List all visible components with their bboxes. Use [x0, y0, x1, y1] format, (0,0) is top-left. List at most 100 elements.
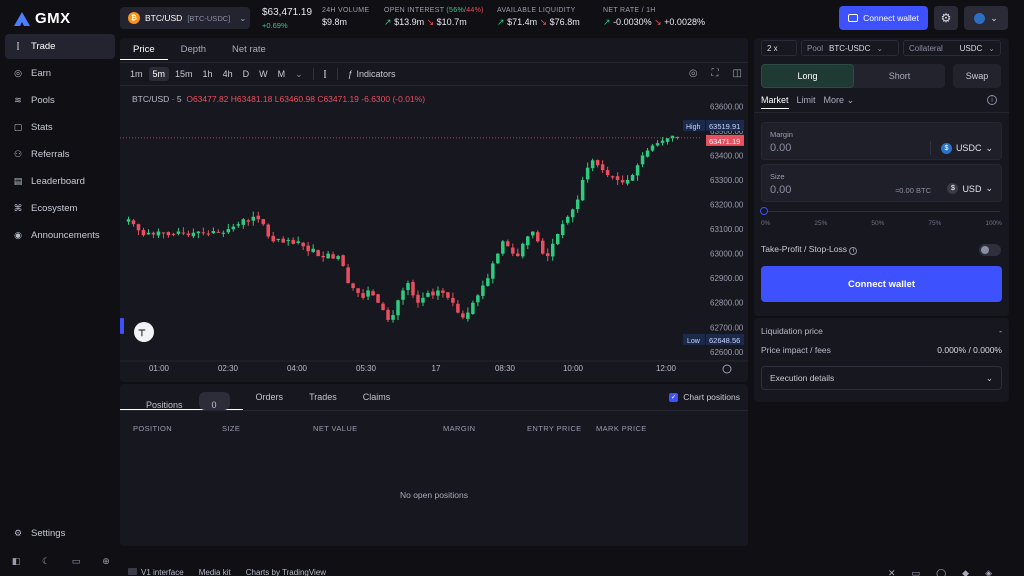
sidebar-item-earn[interactable]: ◎ Earn	[5, 61, 115, 86]
swap-tab[interactable]: Swap	[953, 64, 1001, 88]
language-globe-icon[interactable]: ⊕	[100, 555, 112, 567]
candle-type-icon[interactable]: ⫿	[320, 67, 331, 82]
connect-wallet-header-button[interactable]: Connect wallet	[839, 6, 928, 30]
low-label: Low	[687, 338, 701, 345]
sidebar-item-settings[interactable]: ⚙ Settings	[5, 521, 115, 546]
candle-body	[126, 219, 131, 222]
interval-4h[interactable]: 4h	[219, 67, 237, 81]
long-tab[interactable]: Long	[761, 64, 854, 88]
interval-w[interactable]: W	[255, 67, 272, 81]
order-more[interactable]: More ⌄	[824, 95, 855, 109]
tab-price[interactable]: Price	[120, 38, 168, 60]
connect-wallet-button[interactable]: Connect wallet	[761, 266, 1002, 302]
net-rate-stat[interactable]: NET RATE / 1H ↗ -0.0030% ↘ +0.0028%	[603, 7, 705, 28]
gmx-logo[interactable]: GMX	[14, 10, 71, 27]
sidebar-item-stats[interactable]: ▢ Stats	[5, 115, 115, 140]
v1-interface-link[interactable]: V1 interface	[128, 568, 184, 576]
collateral-selector[interactable]: Collateral USDC ⌄	[903, 40, 1001, 56]
github-icon[interactable]: ◯	[936, 568, 946, 576]
candle-body	[356, 288, 360, 293]
tab-depth[interactable]: Depth	[168, 38, 219, 60]
pool-selector[interactable]: Pool BTC-USDC ⌄	[801, 40, 899, 56]
size-token-selector[interactable]: $ USD ⌄	[947, 183, 993, 194]
interval-d[interactable]: D	[239, 67, 254, 81]
price-chart[interactable]: 63600.0063500.0063400.0063300.0063200.00…	[120, 86, 748, 382]
liquidity-stat[interactable]: AVAILABLE LIQUIDITY ↗ $71.4m ↘ $76.8m	[497, 7, 580, 28]
discord-icon[interactable]: ◈	[985, 568, 992, 576]
telegram-icon[interactable]: ▭	[912, 568, 921, 576]
tab-claims[interactable]: Claims	[350, 384, 404, 410]
candle-body	[476, 295, 480, 303]
chevron-down-icon: ⌄	[988, 43, 995, 53]
tradingview-link[interactable]: Charts by TradingView	[246, 568, 326, 576]
candle-body	[376, 294, 380, 303]
candle-body	[416, 294, 420, 303]
order-market[interactable]: Market	[761, 95, 789, 109]
candle-body	[146, 232, 151, 235]
camera-icon[interactable]: ◫	[733, 68, 742, 79]
order-limit[interactable]: Limit	[797, 95, 816, 109]
candle-body	[311, 248, 315, 252]
theme-moon-icon[interactable]: ☾	[40, 555, 52, 567]
candle-body	[516, 253, 520, 257]
footer-links: V1 interface Media kit Charts by Trading…	[128, 568, 326, 576]
network-selector[interactable]: ⌄	[964, 6, 1008, 30]
candle-body	[545, 253, 550, 257]
candle-body	[141, 230, 146, 236]
y-tick-label: 63000.00	[710, 250, 744, 259]
indicators-button[interactable]: ƒ Indicators	[344, 67, 400, 81]
margin-token-selector[interactable]: $ USDC ⌄	[929, 141, 993, 155]
candle-body	[555, 233, 560, 245]
tab-trades[interactable]: Trades	[296, 384, 350, 410]
y-tick-label: 62800.00	[710, 299, 744, 308]
interval-m[interactable]: M	[274, 67, 290, 81]
tab-positions[interactable]: Positions 0	[120, 384, 243, 410]
interval-1h[interactable]: 1h	[199, 67, 217, 81]
ecosystem-icon: ⌘	[13, 203, 23, 213]
empty-state: No open positions	[399, 490, 469, 500]
candle-body	[301, 242, 305, 247]
checkbox-checked-icon[interactable]: ✓	[669, 392, 679, 402]
chart-positions-toggle[interactable]: ✓ Chart positions	[669, 392, 740, 402]
sidebar-item-announcements[interactable]: ◉ Announcements	[5, 223, 115, 248]
info-icon[interactable]: i	[987, 95, 997, 105]
settings-button[interactable]: ⚙	[934, 6, 958, 30]
leverage-slider-handle[interactable]	[760, 207, 768, 215]
interval-5m[interactable]: 5m	[148, 67, 170, 81]
trade-panel: 2 x Pool BTC-USDC ⌄ Collateral USDC ⌄ Long S…	[754, 38, 1009, 316]
size-input-box[interactable]: Size 0.00 ≈0.00 BTC $ USD ⌄	[761, 164, 1002, 202]
media-kit-link[interactable]: Media kit	[199, 568, 231, 576]
candle-body	[441, 290, 445, 293]
margin-input[interactable]: 0.00	[770, 142, 791, 154]
open-interest-stat[interactable]: OPEN INTEREST (56%/44%) ↗ $13.9m ↘ $10.7…	[384, 7, 484, 28]
fullscreen-icon[interactable]: ⛶	[712, 68, 719, 79]
tpsl-toggle[interactable]	[979, 244, 1001, 256]
size-input[interactable]: 0.00	[770, 184, 791, 196]
docs-icon[interactable]: ▭	[70, 555, 82, 567]
margin-input-box[interactable]: Margin 0.00 $ USDC ⌄	[761, 122, 1002, 160]
sidebar-item-trade[interactable]: ⫿ Trade	[5, 34, 115, 59]
sidebar-item-referrals[interactable]: ⚇ Referrals	[5, 142, 115, 167]
chevron-down-icon[interactable]: ⌄	[291, 67, 307, 82]
tab-orders[interactable]: Orders	[243, 384, 297, 410]
candle-body	[575, 199, 580, 210]
short-tab[interactable]: Short	[854, 64, 945, 88]
sidebar-item-leaderboard[interactable]: ▤ Leaderboard	[5, 169, 115, 194]
execution-details-dropdown[interactable]: Execution details ⌄	[761, 366, 1002, 390]
collapse-sidebar-icon[interactable]: ◧	[10, 555, 22, 567]
x-twitter-icon[interactable]: ✕	[888, 568, 896, 576]
chart-settings-icon[interactable]: ◎	[689, 68, 698, 79]
substack-icon[interactable]: ◆	[962, 568, 969, 576]
leverage-slider-track[interactable]	[764, 211, 1000, 212]
market-selector[interactable]: ₿ BTC/USD [BTC-USDC] ⌄	[120, 7, 250, 29]
leverage-input[interactable]: 2 x	[761, 40, 797, 56]
y-tick-label: 63600.00	[710, 102, 744, 111]
interval-1m[interactable]: 1m	[126, 67, 147, 81]
col-entry-price: ENTRY PRICE	[527, 424, 582, 433]
tab-net-rate[interactable]: Net rate	[219, 38, 279, 60]
info-icon[interactable]: i	[849, 247, 858, 255]
sidebar-item-ecosystem[interactable]: ⌘ Ecosystem	[5, 196, 115, 221]
candle-body	[281, 238, 285, 243]
interval-15m[interactable]: 15m	[171, 67, 197, 81]
sidebar-item-pools[interactable]: ≋ Pools	[5, 88, 115, 113]
